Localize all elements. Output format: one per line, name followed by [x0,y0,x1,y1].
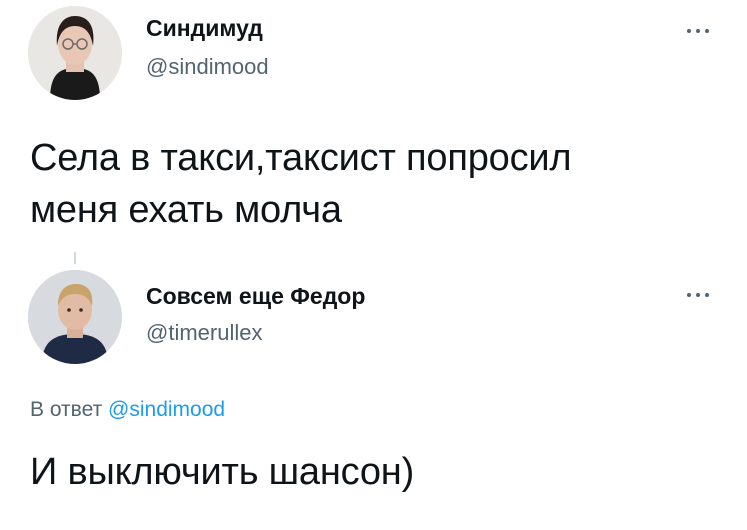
reply-to-label: В ответ [30,398,103,421]
tweet-text: И выключить шансон) [30,451,415,493]
avatar-icon [28,6,122,100]
avatar-timerullex[interactable] [28,270,122,364]
user-handle[interactable]: @sindimood [146,54,269,80]
tweet-text: Села в такси,таксист попросил меня ехать… [30,132,720,236]
reply-tweet[interactable]: Совсем еще Федор @timerullex В ответ @si… [0,262,747,530]
display-name[interactable]: Синдимуд [146,14,263,42]
reply-to-line: В ответ @sindimood [30,397,225,423]
original-tweet[interactable]: Синдимуд @sindimood Села в такси,таксист… [0,0,747,264]
more-dots-icon[interactable] [685,26,711,36]
more-dots-icon[interactable] [685,290,711,300]
tweet-text-line: Села в такси,таксист попросил [30,137,572,179]
avatar-icon [28,270,122,364]
display-name[interactable]: Совсем еще Федор [146,282,365,310]
user-handle[interactable]: @timerullex [146,320,262,346]
avatar-sindimood[interactable] [28,6,122,100]
tweet-text-line: меня ехать молча [30,189,342,231]
reply-to-mention-link[interactable]: @sindimood [108,398,225,421]
